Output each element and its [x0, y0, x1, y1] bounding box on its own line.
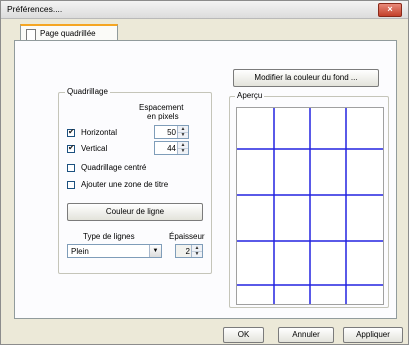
tab-page: Modifier la couleur du fond ... Quadrill…: [14, 40, 397, 319]
spacing-header-line1: Espacement: [139, 103, 184, 112]
vertical-spacing-value: 44: [167, 144, 176, 153]
check-icon: ✔: [68, 143, 75, 152]
thickness-label: Épaisseur: [169, 232, 205, 241]
horizontal-label: Horizontal: [81, 128, 118, 137]
vertical-label: Vertical: [81, 144, 108, 153]
tab-label: Page quadrillée: [40, 29, 96, 38]
vertical-spin-buttons[interactable]: ▲ ▼: [177, 142, 188, 154]
preferences-dialog: Préférences.... × Page quadrillée Modifi…: [0, 0, 409, 345]
line-type-select[interactable]: Plein ▼: [67, 244, 162, 258]
apply-button[interactable]: Appliquer: [343, 327, 403, 343]
horizontal-spacing-stepper[interactable]: 50 ▲ ▼: [154, 125, 189, 139]
title-bar: Préférences.... ×: [1, 1, 408, 19]
title-zone-label: Ajouter une zone de titre: [81, 180, 169, 189]
window-title: Préférences....: [7, 4, 63, 14]
check-icon: ✔: [68, 127, 75, 136]
spin-down-icon[interactable]: ▼: [178, 132, 188, 138]
grid-group-legend: Quadrillage: [65, 87, 110, 96]
spin-down-icon[interactable]: ▼: [192, 251, 202, 257]
ok-button[interactable]: OK: [223, 327, 264, 343]
close-button[interactable]: ×: [378, 3, 402, 17]
line-color-button[interactable]: Couleur de ligne: [67, 203, 203, 221]
preview-legend: Aperçu: [235, 91, 265, 100]
tab-page-quadrillee[interactable]: Page quadrillée: [20, 24, 118, 41]
title-zone-checkbox[interactable]: [67, 181, 75, 189]
line-type-value: Plein: [71, 247, 89, 256]
spin-down-icon[interactable]: ▼: [178, 148, 188, 154]
thickness-spin-buttons[interactable]: ▲ ▼: [191, 245, 202, 257]
line-type-label: Type de lignes: [83, 232, 135, 241]
grid-group: Quadrillage Espacement en pixels ✔ Horiz…: [58, 87, 212, 274]
centered-grid-checkbox[interactable]: [67, 164, 75, 172]
grid-lines: [237, 108, 383, 304]
horizontal-spin-buttons[interactable]: ▲ ▼: [177, 126, 188, 138]
vertical-checkbox[interactable]: ✔: [67, 143, 75, 153]
horizontal-spacing-value: 50: [167, 128, 176, 137]
thickness-stepper[interactable]: 2 ▲ ▼: [175, 244, 203, 258]
centered-grid-label: Quadrillage centré: [81, 163, 147, 172]
horizontal-checkbox[interactable]: ✔: [67, 127, 75, 137]
vertical-spacing-stepper[interactable]: 44 ▲ ▼: [154, 141, 189, 155]
thickness-value: 2: [185, 247, 190, 256]
grid-preview: [236, 107, 384, 305]
cancel-button[interactable]: Annuler: [278, 327, 334, 343]
spacing-header-line2: en pixels: [147, 112, 179, 121]
chevron-down-icon[interactable]: ▼: [149, 245, 161, 257]
change-background-color-button[interactable]: Modifier la couleur du fond ...: [233, 69, 379, 87]
preview-group: Aperçu: [229, 91, 389, 308]
